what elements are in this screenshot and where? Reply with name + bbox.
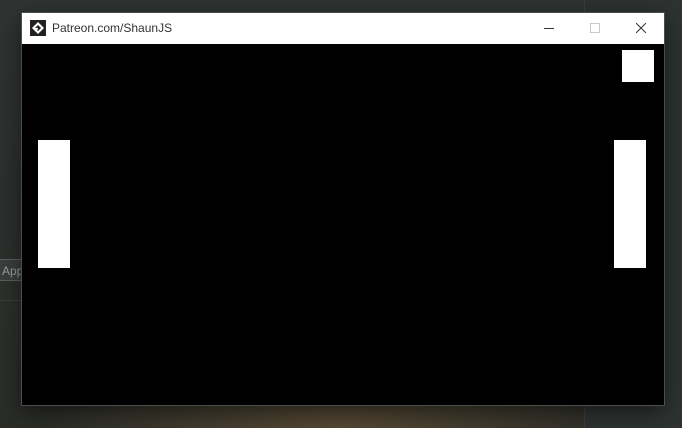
close-button[interactable] bbox=[618, 13, 664, 44]
close-icon bbox=[636, 23, 646, 33]
minimize-button[interactable] bbox=[526, 13, 572, 44]
window-title: Patreon.com/ShaunJS bbox=[52, 21, 173, 35]
game-canvas[interactable] bbox=[22, 44, 664, 405]
desktop-top-strip bbox=[0, 0, 682, 12]
right-paddle bbox=[614, 140, 646, 268]
left-paddle bbox=[38, 140, 70, 268]
minimize-icon bbox=[544, 28, 554, 29]
game-window: Patreon.com/ShaunJS bbox=[22, 13, 664, 405]
maximize-button[interactable] bbox=[572, 13, 618, 44]
maximize-icon bbox=[590, 23, 600, 33]
gamemaker-icon bbox=[30, 20, 46, 36]
background-divider bbox=[0, 300, 24, 301]
window-titlebar[interactable]: Patreon.com/ShaunJS bbox=[22, 13, 664, 44]
ball bbox=[622, 50, 654, 82]
